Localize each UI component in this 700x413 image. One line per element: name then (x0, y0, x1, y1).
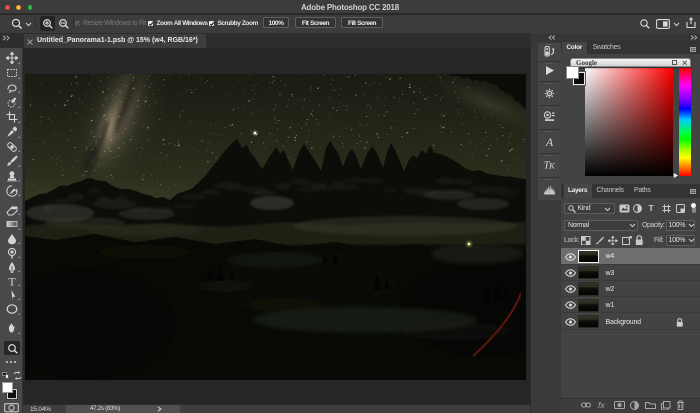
svg-text:T: T (8, 275, 16, 287)
svg-text:K: K (548, 161, 556, 171)
svg-text:A: A (545, 135, 554, 148)
